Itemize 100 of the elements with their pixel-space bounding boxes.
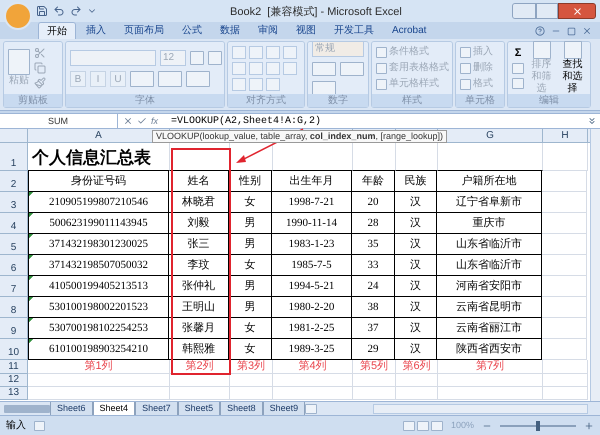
row-header[interactable]: 5	[0, 234, 28, 255]
empty-cell	[542, 192, 587, 213]
table-cell: 女	[229, 339, 272, 360]
row-header[interactable]: 10	[0, 339, 28, 360]
restore-icon[interactable]	[567, 26, 576, 36]
redo-icon[interactable]	[70, 5, 82, 17]
row-header[interactable]: 6	[0, 255, 28, 276]
empty-cell	[542, 213, 587, 234]
row-header[interactable]: 3	[0, 192, 28, 213]
row-header[interactable]: 9	[0, 318, 28, 339]
column-number-label: 第6列	[396, 360, 438, 374]
table-cell: 女	[229, 255, 272, 276]
save-icon[interactable]	[36, 5, 48, 17]
empty-cell	[542, 297, 587, 318]
table-cell: 530100198002201523	[28, 297, 169, 318]
table-cell: 汉	[395, 297, 437, 318]
ribbon-tab[interactable]: 审阅	[250, 22, 286, 39]
empty-cell	[230, 387, 273, 400]
column-heading: 年龄	[352, 171, 395, 192]
column-number-label: 第4列	[273, 360, 353, 374]
ribbon-tab[interactable]: 开始	[38, 22, 76, 39]
table-cell: 刘毅	[169, 213, 229, 234]
column-number-label: 第5列	[353, 360, 396, 374]
sheet-tab[interactable]: Sheet7	[135, 402, 178, 416]
horizontal-scrollbar[interactable]	[373, 404, 588, 414]
table-cell: 陕西省西安市	[437, 339, 542, 360]
zoom-thumb[interactable]	[536, 420, 540, 430]
table-cell: 男	[229, 213, 272, 234]
row-header[interactable]: 4	[0, 213, 28, 234]
sheet-tab[interactable]: Sheet5	[178, 402, 220, 416]
row-header[interactable]: 2	[0, 171, 28, 192]
column-header[interactable]: H	[561, 130, 569, 141]
column-header[interactable]: A	[95, 130, 102, 141]
enter-icon[interactable]	[137, 116, 147, 126]
empty-cell	[543, 387, 588, 400]
empty-cell	[543, 374, 588, 387]
close-icon[interactable]	[582, 26, 592, 36]
ribbon-tab[interactable]: 数据	[212, 22, 248, 39]
empty-cell	[542, 276, 587, 297]
table-cell: 汉	[395, 276, 437, 297]
empty-cell	[542, 318, 587, 339]
table-cell: 410500199405213513	[28, 276, 169, 297]
empty-cell	[542, 234, 587, 255]
ribbon-tab[interactable]: 插入	[78, 22, 114, 39]
empty-cell	[230, 374, 273, 387]
table-cell: 汉	[395, 318, 437, 339]
table-cell: 210905199807210546	[28, 192, 169, 213]
sheet-tab[interactable]: Sheet4	[92, 402, 136, 416]
column-header[interactable]: G	[486, 130, 494, 141]
table-cell: 37	[352, 318, 395, 339]
table-cell: 1990-11-14	[272, 213, 352, 234]
zoom-in-icon[interactable]	[584, 420, 594, 430]
table-cell: 男	[229, 276, 272, 297]
table-cell: 汉	[395, 255, 437, 276]
sheet-tab[interactable]: Sheet6	[50, 402, 93, 416]
ribbon-tab[interactable]: 视图	[288, 22, 324, 39]
ribbon-tab[interactable]: Acrobat	[384, 22, 434, 39]
table-cell: 王明山	[169, 297, 229, 318]
table-cell: 1981-2-25	[272, 318, 352, 339]
close-button[interactable]	[558, 3, 596, 19]
row-header[interactable]: 7	[0, 276, 28, 297]
cancel-icon[interactable]	[123, 116, 133, 126]
row-header[interactable]: 12	[0, 374, 28, 387]
window-title: Book2 [兼容模式] - Microsoft Excel	[230, 4, 402, 20]
row-header[interactable]: 1	[0, 143, 28, 171]
table-cell: 韩熙雅	[169, 339, 229, 360]
ribbon-tab[interactable]: 开发工具	[326, 22, 382, 39]
ribbon-tab[interactable]: 公式	[174, 22, 210, 39]
table-cell: 男	[229, 234, 272, 255]
table-cell: 张馨月	[169, 318, 229, 339]
row-header[interactable]: 8	[0, 297, 28, 318]
vertical-scrollbar[interactable]	[590, 129, 600, 401]
table-cell: 530700198102254253	[28, 318, 169, 339]
column-heading: 户籍所在地	[437, 171, 542, 192]
name-box[interactable]: SUM	[0, 114, 118, 128]
empty-cell	[170, 387, 230, 400]
empty-cell	[542, 339, 587, 360]
column-heading: 出生年月	[272, 171, 352, 192]
undo-icon[interactable]	[53, 5, 65, 17]
insert-function-button[interactable]: fx	[151, 116, 158, 126]
expand-icon[interactable]	[587, 116, 597, 126]
ribbon-tab[interactable]: 页面布局	[116, 22, 172, 39]
empty-cell	[170, 374, 230, 387]
group-label: 数字	[308, 94, 368, 107]
sheet-tab[interactable]: Sheet8	[220, 402, 263, 416]
table-cell: 38	[352, 297, 395, 318]
table-cell: 1989-3-25	[272, 339, 352, 360]
table-cell: 500623199011143945	[28, 213, 169, 234]
formula-field[interactable]: =VLOOKUP(A2,Sheet4!A:G,2)	[171, 114, 322, 128]
table-cell: 云南省丽江市	[437, 318, 542, 339]
help-icon[interactable]	[535, 26, 545, 36]
column-number-label: 第3列	[230, 360, 273, 374]
table-cell: 李玟	[169, 255, 229, 276]
table-cell: 1983-1-23	[272, 234, 352, 255]
row-header[interactable]: 11	[0, 360, 28, 374]
column-heading: 性别	[229, 171, 272, 192]
row-header[interactable]: 13	[0, 387, 28, 400]
group-label: 对齐方式	[228, 94, 304, 107]
table-cell: 371432198507050032	[28, 255, 169, 276]
sheet-tab[interactable]: Sheet9	[262, 402, 306, 416]
